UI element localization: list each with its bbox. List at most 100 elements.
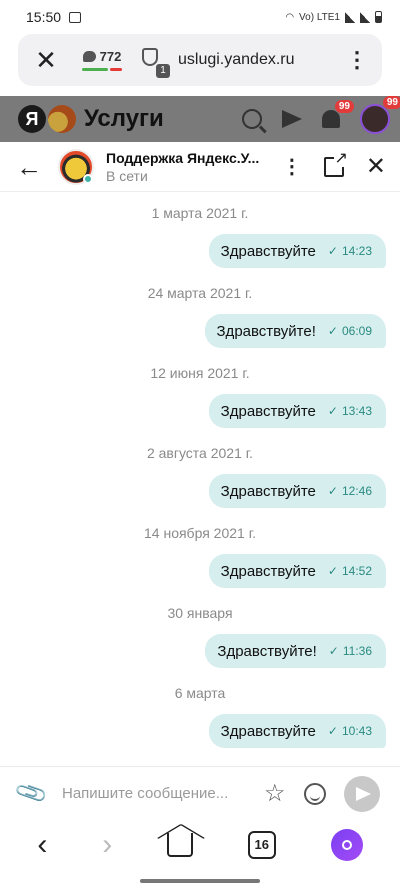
browser-menu-icon[interactable]: ⋮ — [346, 49, 368, 71]
home-indicator[interactable] — [140, 879, 260, 883]
security-badge: 1 — [156, 64, 170, 78]
avatar-badge: 99 — [382, 96, 400, 109]
message-row: Здравствуйте ✓ 14:52 — [0, 554, 400, 592]
wifi-icon: ◠ — [285, 11, 295, 23]
comments-counter[interactable]: 772 — [82, 49, 122, 71]
message-composer: 📎 ☆ — [0, 766, 400, 820]
status-bar: 15:50 ◠ Vo) LTE1 — [0, 0, 400, 34]
check-icon: ✓ — [327, 244, 338, 258]
message-time: ✓ 14:52 — [328, 564, 372, 578]
uslugi-logo-icon — [48, 105, 76, 133]
message-text: Здравствуйте — [220, 722, 316, 740]
yandex-logo[interactable]: Я — [18, 105, 46, 133]
message-text: Здравствуйте! — [216, 322, 316, 340]
bell-icon[interactable]: 99 — [322, 100, 354, 128]
check-icon: ✓ — [327, 324, 338, 338]
message-bubble[interactable]: Здравствуйте ✓ 14:23 — [208, 234, 386, 268]
message-text: Здравствуйте! — [217, 642, 317, 660]
star-icon[interactable]: ☆ — [264, 779, 286, 808]
message-input[interactable] — [62, 785, 240, 802]
close-chat-icon[interactable]: ✕ — [366, 154, 386, 179]
message-row: Здравствуйте ✓ 12:46 — [0, 474, 400, 512]
message-text: Здравствуйте — [220, 242, 316, 260]
message-bubble[interactable]: Здравствуйте! ✓ 11:36 — [205, 634, 386, 668]
url-text[interactable]: uslugi.yandex.ru — [178, 51, 295, 69]
check-icon: ✓ — [327, 484, 338, 498]
message-bubble[interactable]: Здравствуйте ✓ 10:43 — [208, 714, 386, 748]
nav-back-icon[interactable]: ‹ — [37, 830, 47, 860]
rating-bar — [82, 68, 122, 71]
status-time: 15:50 — [26, 9, 62, 25]
send-arrow-icon — [355, 786, 371, 801]
chat-header: ← Поддержка Яндекс.У... В сети ⋮ ✕ — [0, 142, 400, 192]
message-time-text: 14:52 — [341, 564, 372, 578]
message-row: Здравствуйте! ✓ 06:09 — [0, 314, 400, 352]
message-time-text: 10:43 — [341, 724, 372, 738]
chat-avatar — [58, 148, 94, 185]
message-bubble[interactable]: Здравствуйте ✓ 12:46 — [208, 474, 386, 508]
open-external-icon[interactable] — [323, 150, 348, 177]
chat-name: Поддержка Яндекс.У... — [106, 149, 260, 166]
nav-forward-icon[interactable]: › — [102, 830, 112, 860]
message-row: Здравствуйте ✓ 10:43 — [0, 714, 400, 752]
status-icons: ◠ Vo) LTE1 — [285, 11, 382, 23]
browser-url-bar: ✕ 772 1 uslugi.yandex.ru ⋮ — [18, 34, 382, 86]
tabs-button[interactable]: 16 — [247, 831, 276, 859]
date-separator: 12 июня 2021 г. — [150, 365, 250, 381]
comment-bubble-icon — [82, 51, 96, 62]
message-row: Здравствуйте ✓ 13:43 — [0, 394, 400, 432]
home-icon[interactable] — [166, 833, 193, 857]
send-button[interactable] — [343, 775, 380, 812]
date-separator: 30 января — [167, 605, 233, 621]
date-separator: 1 марта 2021 г. — [151, 205, 249, 221]
battery-icon — [375, 11, 382, 23]
alice-assistant-icon[interactable] — [330, 829, 363, 861]
check-icon: ✓ — [327, 724, 338, 738]
message-time: ✓ 06:09 — [328, 324, 372, 338]
message-time-text: 06:09 — [341, 324, 372, 338]
send-icon[interactable] — [282, 110, 302, 128]
date-separator: 2 августа 2021 г. — [146, 445, 254, 461]
chat-menu-icon[interactable]: ⋮ — [282, 157, 302, 177]
check-icon: ✓ — [327, 404, 338, 418]
message-bubble[interactable]: Здравствуйте ✓ 14:52 — [208, 554, 386, 588]
date-separator: 14 ноября 2021 г. — [144, 525, 256, 541]
network-label: Vo) LTE1 — [299, 11, 340, 23]
check-icon: ✓ — [327, 564, 338, 578]
site-title[interactable]: Услуги — [84, 105, 164, 133]
message-text: Здравствуйте — [220, 402, 316, 420]
message-time-text: 12:46 — [341, 484, 372, 498]
site-header: Я Услуги 99 99 — [0, 96, 400, 142]
message-time-text: 11:36 — [342, 644, 372, 658]
site-security-button[interactable]: 1 — [142, 48, 170, 78]
chat-status: В сети — [106, 167, 148, 184]
gallery-notification-icon — [69, 11, 82, 23]
message-text: Здравствуйте — [220, 482, 316, 500]
message-row: Здравствуйте! ✓ 11:36 — [0, 634, 400, 672]
signal-icon — [345, 11, 355, 23]
date-separator: 24 марта 2021 г. — [147, 285, 253, 301]
close-tab-icon[interactable]: ✕ — [32, 47, 60, 73]
search-icon[interactable] — [242, 109, 262, 129]
message-text: Здравствуйте — [220, 562, 316, 580]
message-row: Здравствуйте ✓ 14:23 — [0, 234, 400, 272]
message-time-text: 13:43 — [341, 404, 372, 418]
message-list[interactable]: 1 марта 2021 г. Здравствуйте ✓ 14:23 24 март… — [0, 192, 400, 766]
message-bubble[interactable]: Здравствуйте! ✓ 06:09 — [204, 314, 386, 348]
message-time: ✓ 11:36 — [329, 644, 372, 658]
shield-icon — [142, 48, 158, 66]
message-bubble[interactable]: Здравствуйте ✓ 13:43 — [208, 394, 386, 428]
message-time: ✓ 13:43 — [328, 404, 372, 418]
emoji-icon[interactable] — [303, 782, 326, 805]
back-arrow-icon[interactable]: ← — [16, 154, 44, 180]
message-time: ✓ 12:46 — [328, 484, 372, 498]
signal-icon-2 — [360, 11, 370, 23]
user-avatar[interactable]: 99 — [360, 96, 400, 134]
message-time: ✓ 10:43 — [328, 724, 372, 738]
check-icon: ✓ — [328, 644, 339, 658]
attach-icon[interactable]: 📎 — [13, 775, 49, 811]
comments-count: 772 — [99, 49, 122, 64]
message-time: ✓ 14:23 — [328, 244, 372, 258]
message-time-text: 14:23 — [341, 244, 372, 258]
notifications-badge: 99 — [334, 100, 354, 113]
